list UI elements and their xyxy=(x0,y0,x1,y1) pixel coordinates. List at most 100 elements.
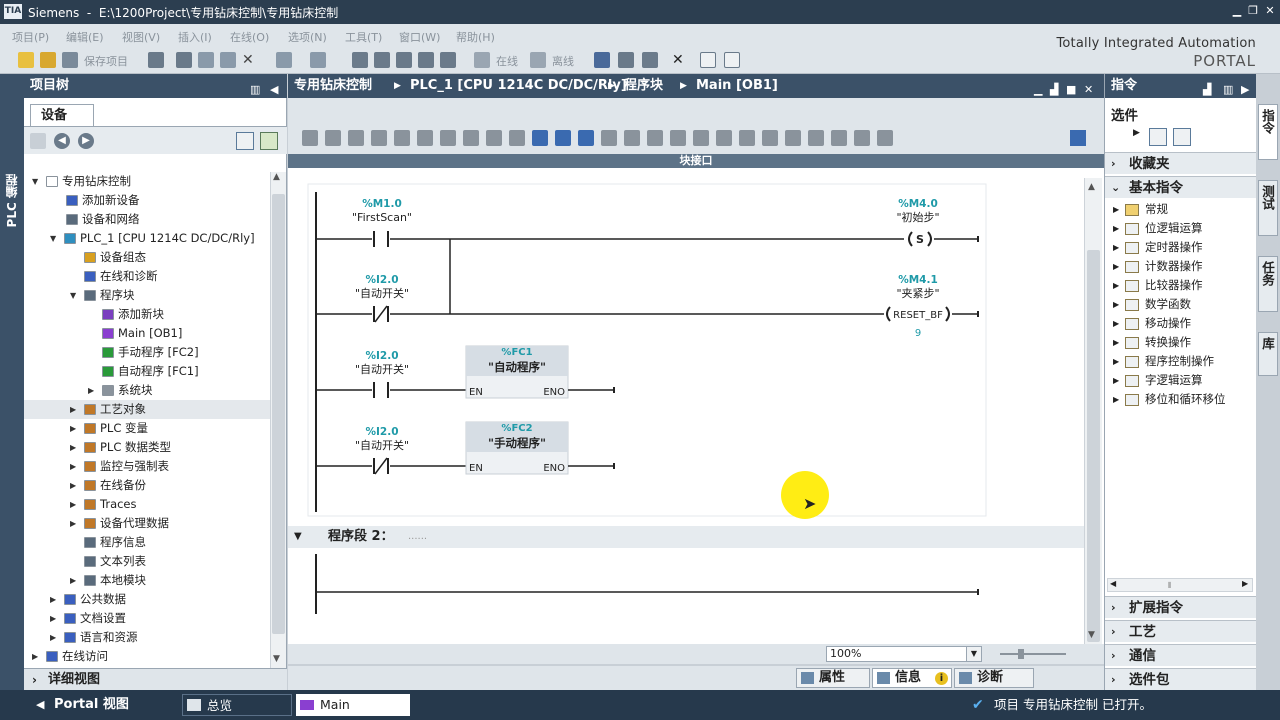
tree-item[interactable]: ▶ 监控与强制表 xyxy=(24,457,270,476)
expand-icon[interactable]: ▶ xyxy=(70,476,80,495)
network2-comment[interactable]: ...... xyxy=(408,526,427,548)
expand-icon[interactable]: ▶ xyxy=(88,381,98,400)
tree-item[interactable]: ▶ 在线备份 xyxy=(24,476,270,495)
force-icon[interactable] xyxy=(739,130,755,146)
scroll-down-icon[interactable]: ▼ xyxy=(273,654,280,664)
go-offline-label[interactable]: 离线 xyxy=(552,53,574,69)
collapse-icon[interactable]: ▼ xyxy=(32,172,42,191)
split-editor-icon[interactable] xyxy=(352,52,368,68)
network2-header[interactable]: ▼ 程序段 2： ...... xyxy=(288,526,1084,548)
tree-item[interactable]: ▶ 本地模块 xyxy=(24,571,270,590)
scroll-up-icon[interactable]: ▲ xyxy=(1088,182,1095,192)
expand-icon[interactable]: ▶ xyxy=(32,647,42,666)
expand-icon[interactable]: ▶ xyxy=(50,590,60,609)
instruction-folder[interactable]: ▶ 数学函数 xyxy=(1105,295,1255,314)
scroll-up-icon[interactable]: ▲ xyxy=(273,172,280,182)
plc-programming-label[interactable]: PLC 编程 xyxy=(3,174,20,227)
float-panel-icon[interactable]: ▟ xyxy=(1203,78,1211,102)
expand-icon[interactable]: ▶ xyxy=(1113,352,1119,371)
tab-diagnostics[interactable]: 诊断 xyxy=(954,668,1034,688)
expand-icon[interactable]: ▶ xyxy=(70,419,80,438)
overview-toggle-icon[interactable] xyxy=(236,132,254,150)
instruction-folder[interactable]: ▶ 计数器操作 xyxy=(1105,257,1255,276)
delete-icon[interactable]: ✕ xyxy=(242,52,258,68)
tree-item[interactable]: ▶ 工艺对象 xyxy=(24,400,270,419)
module-info-icon[interactable] xyxy=(785,130,801,146)
expand-icon[interactable]: ▶ xyxy=(1113,219,1119,238)
tree-scroll-thumb[interactable] xyxy=(272,194,285,634)
section-technology[interactable]: › 工艺 xyxy=(1105,620,1257,642)
memory-reset-icon[interactable] xyxy=(877,130,893,146)
open-branch-icon[interactable] xyxy=(394,130,410,146)
section-basic-instructions[interactable]: ⌄ 基本指令 xyxy=(1105,176,1257,198)
tree-item[interactable]: ▶ 文档设置 xyxy=(24,609,270,628)
compile-icon[interactable] xyxy=(374,52,390,68)
tab-instructions[interactable]: 指令 xyxy=(1258,104,1278,160)
tree-item[interactable]: ▶ 在线访问 xyxy=(24,647,270,666)
expand-icon[interactable]: ▶ xyxy=(70,400,80,419)
detail-view-header[interactable]: › 详细视图 xyxy=(24,668,287,690)
pin-icon[interactable]: ▥ xyxy=(250,78,260,102)
call-hierarchy-icon[interactable] xyxy=(762,130,778,146)
menu-tools[interactable]: 工具(T) xyxy=(345,29,382,45)
expand-icon[interactable]: ▶ xyxy=(1113,390,1119,409)
load-icon[interactable] xyxy=(831,130,847,146)
instruction-folder[interactable]: ▶ 字逻辑运算 xyxy=(1105,371,1255,390)
monitor-icon[interactable] xyxy=(670,130,686,146)
menu-project[interactable]: 项目(P) xyxy=(12,29,49,45)
list-mode-icon[interactable] xyxy=(1173,128,1191,146)
section-communication[interactable]: › 通信 xyxy=(1105,644,1257,666)
insert-row-icon[interactable] xyxy=(348,130,364,146)
accessible-devices-icon[interactable] xyxy=(594,52,610,68)
tab-testing[interactable]: 测试 xyxy=(1258,180,1278,236)
goto-error-icon[interactable] xyxy=(647,130,663,146)
forward-icon[interactable]: ▶ xyxy=(78,133,94,149)
scroll-grip-icon[interactable]: ⦀ xyxy=(1168,581,1172,591)
download-icon[interactable] xyxy=(396,52,412,68)
split-vertical-icon[interactable] xyxy=(724,52,740,68)
paste-icon[interactable] xyxy=(220,52,236,68)
go-online-label[interactable]: 在线 xyxy=(496,53,518,69)
instruction-folder[interactable]: ▶ 位逻辑运算 xyxy=(1105,219,1255,238)
ladder-network-area[interactable]: %M1.0 "FirstScan" %M4.0 "初始步" S %I2.0 "自… xyxy=(288,174,1084,614)
zoom-slider[interactable] xyxy=(1000,653,1066,655)
expand-icon[interactable]: ▶ xyxy=(50,628,60,647)
menu-view[interactable]: 视图(V) xyxy=(122,29,160,45)
instruction-folder[interactable]: ▶ 程序控制操作 xyxy=(1105,352,1255,371)
go-online-icon[interactable] xyxy=(474,52,490,68)
section-optional-packages[interactable]: › 选件包 xyxy=(1105,668,1257,690)
breadcrumb-program-blocks[interactable]: 程序块 xyxy=(624,74,663,98)
delete-network-icon[interactable] xyxy=(325,130,341,146)
copy-icon[interactable] xyxy=(198,52,214,68)
tab-info[interactable]: 信息 i xyxy=(872,668,952,688)
save-project-label[interactable]: 保存项目 xyxy=(84,53,128,69)
expand-interface-icon[interactable] xyxy=(1070,130,1086,146)
expand-icon[interactable]: ▶ xyxy=(70,438,80,457)
new-project-icon[interactable] xyxy=(18,52,34,68)
sync-icon[interactable] xyxy=(260,132,278,150)
scroll-right-icon[interactable]: ▶ xyxy=(1242,579,1248,588)
tab-libraries[interactable]: 库 xyxy=(1258,332,1278,376)
split-horizontal-icon[interactable] xyxy=(700,52,716,68)
expand-icon[interactable]: ▶ xyxy=(1113,200,1119,219)
overview-tab[interactable]: 总览 xyxy=(182,694,292,716)
instruction-folder[interactable]: ▶ 转换操作 xyxy=(1105,333,1255,352)
close-branch-icon[interactable] xyxy=(532,130,548,146)
tree-item[interactable]: ▶ 公共数据 xyxy=(24,590,270,609)
tab-devices[interactable]: 设备 xyxy=(30,104,94,126)
tree-item[interactable]: ▶ 系统块 xyxy=(24,381,270,400)
zoom-dropdown-icon[interactable]: ▼ xyxy=(966,646,982,662)
editor-scrollbar[interactable]: ▲ ▼ xyxy=(1084,178,1102,644)
tree-item[interactable]: Main [OB1] xyxy=(24,324,270,343)
expand-icon[interactable]: ▶ xyxy=(1113,276,1119,295)
section-extended-instructions[interactable]: › 扩展指令 xyxy=(1105,596,1257,618)
breadcrumb-project[interactable]: 专用钻床控制 xyxy=(294,74,372,98)
expand-icon[interactable]: ▶ xyxy=(1113,314,1119,333)
zoom-select[interactable]: 100% xyxy=(826,646,982,662)
save-icon[interactable] xyxy=(62,52,78,68)
restore-button[interactable]: ❐ xyxy=(1246,3,1260,19)
expand-icon[interactable]: ▶ xyxy=(1113,238,1119,257)
tree-scrollbar[interactable]: ▲ ▼ xyxy=(270,172,286,668)
collapse-icon[interactable]: ▼ xyxy=(50,229,60,248)
tree-item[interactable]: 添加新设备 xyxy=(24,191,270,210)
